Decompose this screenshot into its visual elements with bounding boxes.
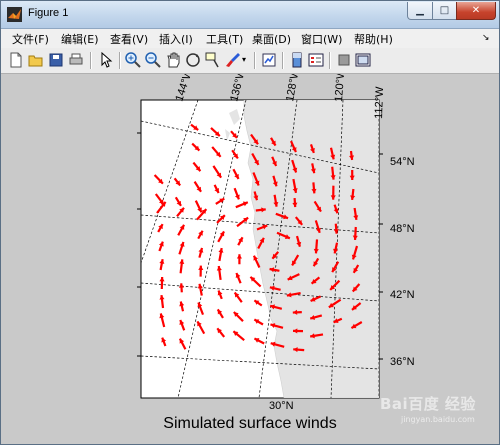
- title-bar[interactable]: Figure 1 ▁ □ ✕: [1, 1, 499, 29]
- lon-label-144w: 144°W: [173, 74, 195, 103]
- figure-window: Figure 1 ▁ □ ✕ 文件(F) 编辑(E) 查看(V) 插入(I) 工…: [0, 0, 500, 445]
- print-icon[interactable]: [67, 51, 85, 69]
- lat-label-54n: 54°N: [390, 156, 415, 168]
- open-file-icon[interactable]: [27, 51, 45, 69]
- toolbar-separator: [90, 52, 92, 69]
- baidu-watermark-url: jingyan.baidu.com: [401, 415, 475, 424]
- lat-label-42n: 42°N: [390, 289, 415, 301]
- insert-legend-icon[interactable]: [307, 51, 325, 69]
- toolbar-separator: [282, 52, 284, 69]
- toolbar-separator: [119, 52, 121, 69]
- insert-colorbar-icon[interactable]: [288, 51, 306, 69]
- lon-label-128w: 128°W: [284, 74, 302, 103]
- map-axes: 144°W 136°W 128°W 120°W 112°W 54°N 48°N …: [137, 74, 415, 412]
- window-title: Figure 1: [28, 7, 69, 19]
- menu-desktop[interactable]: 桌面(D): [252, 31, 291, 47]
- edit-plot-arrow-icon[interactable]: [97, 51, 115, 69]
- matlab-icon: [7, 7, 22, 22]
- save-icon[interactable]: [47, 51, 65, 69]
- new-figure-icon[interactable]: [7, 51, 25, 69]
- data-cursor-icon[interactable]: [204, 51, 222, 69]
- menu-window[interactable]: 窗口(W): [301, 31, 342, 47]
- link-plot-icon[interactable]: [260, 51, 278, 69]
- lat-label-48n: 48°N: [390, 223, 415, 235]
- brush-dropdown-icon[interactable]: ▾: [242, 55, 250, 73]
- zoom-out-icon[interactable]: [144, 51, 162, 69]
- lat-label-36n: 36°N: [390, 356, 415, 368]
- menu-view[interactable]: 查看(V): [110, 31, 148, 47]
- close-button[interactable]: ✕: [456, 2, 496, 20]
- zoom-in-icon[interactable]: [124, 51, 142, 69]
- menu-help[interactable]: 帮助(H): [354, 31, 393, 47]
- lon-label-112w: 112°W: [373, 86, 386, 119]
- brush-icon[interactable]: [224, 51, 242, 69]
- hide-plot-tools-icon[interactable]: [335, 51, 353, 69]
- menu-file[interactable]: 文件(F): [12, 31, 49, 47]
- menu-edit[interactable]: 编辑(E): [61, 31, 99, 47]
- menu-bar: 文件(F) 编辑(E) 查看(V) 插入(I) 工具(T) 桌面(D) 窗口(W…: [1, 29, 499, 48]
- show-plot-tools-icon[interactable]: [354, 51, 372, 69]
- menu-dock-arrow-icon[interactable]: ↘: [482, 33, 490, 43]
- lon-label-120w: 120°W: [333, 74, 347, 102]
- lon-label-136w: 136°W: [228, 74, 248, 103]
- minimize-button[interactable]: ▁: [407, 2, 433, 20]
- lat-label-30n: 30°N: [269, 400, 294, 412]
- rotate-3d-icon[interactable]: [184, 51, 202, 69]
- baidu-watermark: Bai百度 经验: [380, 395, 476, 413]
- toolbar-separator: [254, 52, 256, 69]
- pan-hand-icon[interactable]: [164, 51, 182, 69]
- figure-toolbar: ▾: [1, 48, 499, 74]
- toolbar-separator: [329, 52, 331, 69]
- maximize-button[interactable]: □: [432, 2, 457, 20]
- menu-tools[interactable]: 工具(T): [206, 31, 243, 47]
- figure-canvas[interactable]: 144°W 136°W 128°W 120°W 112°W 54°N 48°N …: [1, 74, 499, 444]
- menu-insert[interactable]: 插入(I): [159, 31, 193, 47]
